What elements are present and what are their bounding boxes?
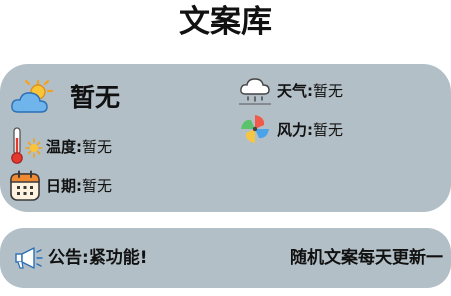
notice-message: 公告:紧功能! (48, 248, 148, 268)
date-value: 暂无 (82, 177, 113, 195)
date-info: 日期:暂无 (46, 177, 113, 195)
date-label: 日期 (46, 177, 77, 195)
sun-behind-cloud-icon (10, 79, 54, 115)
thermometer-sun-icon (10, 126, 44, 166)
temperature-label: 温度 (46, 138, 77, 156)
condition-label: 天气 (277, 82, 308, 100)
condition-info: 天气:暂无 (277, 82, 344, 100)
temperature-info: 温度:暂无 (46, 138, 113, 156)
calendar-icon (9, 170, 41, 202)
condition-value: 暂无 (313, 82, 344, 100)
wind-value: 暂无 (313, 121, 344, 139)
megaphone-icon (14, 246, 44, 270)
page-title: 文案库 (179, 4, 272, 40)
notice-label: 公告 (48, 248, 82, 268)
notice-content: 紧功能! (88, 248, 148, 268)
pinwheel-icon (238, 112, 272, 146)
wind-label: 风力 (277, 121, 308, 139)
notice-bar: 公告:紧功能! 随机文案每天更新一 (0, 228, 451, 288)
cloud-rain-icon (238, 74, 272, 106)
notice-scroll-text: 随机文案每天更新一 (290, 248, 443, 268)
temperature-value: 暂无 (82, 138, 113, 156)
weather-status: 暂无 (70, 83, 121, 112)
weather-card: 暂无 天气:暂无 风力:暂无 温度:暂无 日期:暂无 (0, 64, 451, 212)
wind-info: 风力:暂无 (277, 121, 344, 139)
